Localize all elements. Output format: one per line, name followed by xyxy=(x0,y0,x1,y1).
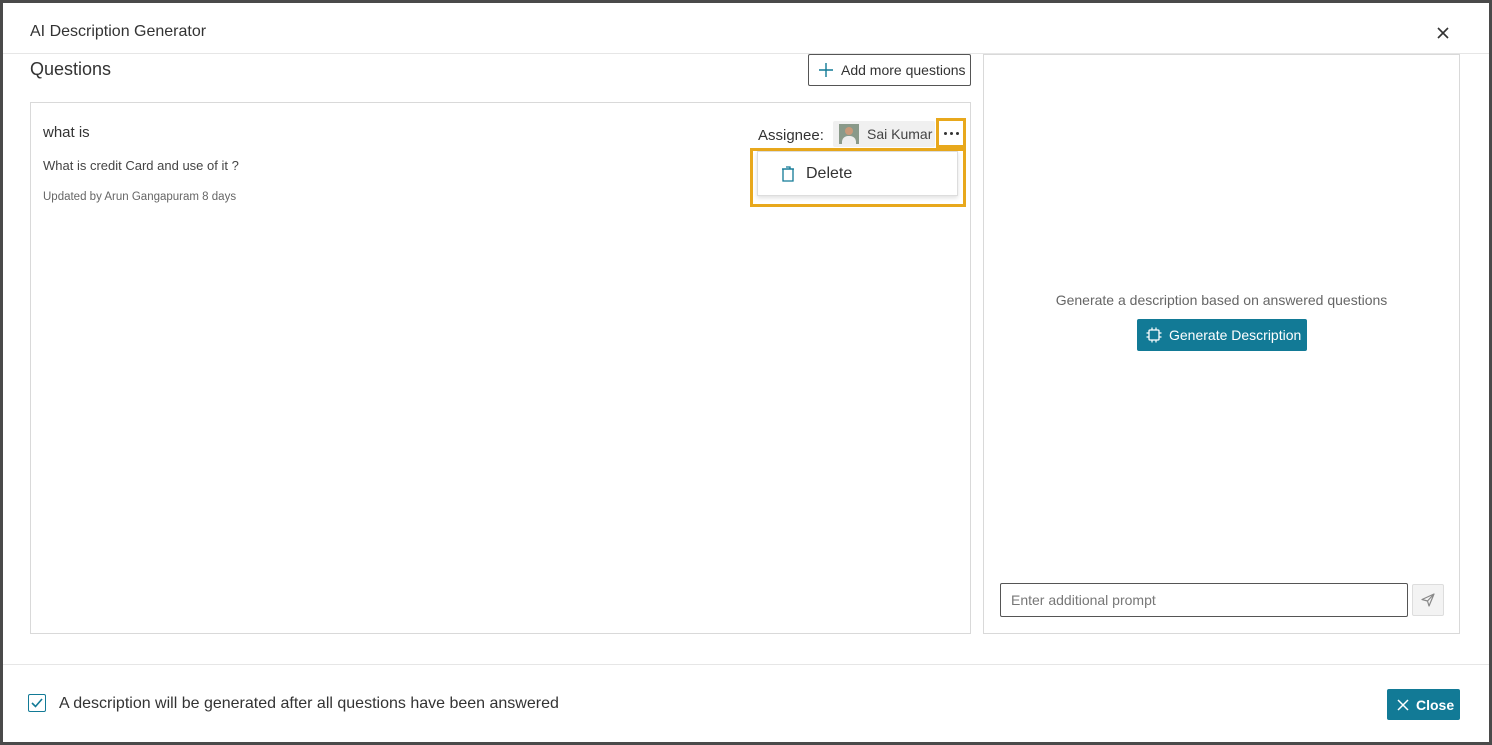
questions-heading: Questions xyxy=(30,59,112,79)
checkmark-icon xyxy=(31,698,43,708)
send-icon xyxy=(1421,593,1435,607)
ellipsis-icon xyxy=(942,131,960,135)
delete-label: Delete xyxy=(806,164,853,182)
close-icon xyxy=(1397,698,1409,711)
assignee-chip[interactable]: Sai Kumar xyxy=(833,121,935,147)
more-options-button[interactable] xyxy=(936,118,966,148)
ai-description-dialog: AI Description Generator Questions Add m… xyxy=(3,3,1489,742)
trash-icon xyxy=(782,165,794,182)
chip-icon xyxy=(1146,327,1162,343)
assignee-label: Assignee: xyxy=(758,127,824,144)
generate-description-button[interactable]: Generate Description xyxy=(1137,319,1307,351)
question-title: what is xyxy=(43,124,90,141)
question-description: What is credit Card and use of it ? xyxy=(43,158,239,173)
send-prompt-button[interactable] xyxy=(1412,584,1444,616)
add-more-questions-label: Add more questions xyxy=(841,62,966,78)
close-button[interactable]: Close xyxy=(1387,689,1460,720)
close-dialog-icon[interactable] xyxy=(1433,23,1453,43)
generator-hint: Generate a description based on answered… xyxy=(1055,292,1388,308)
plus-icon xyxy=(819,63,833,77)
generate-after-answered-checkbox[interactable] xyxy=(28,694,46,712)
close-label: Close xyxy=(1416,696,1455,713)
dialog-title: AI Description Generator xyxy=(30,23,207,40)
avatar xyxy=(839,124,859,144)
generator-panel: Generate a description based on answered… xyxy=(983,54,1460,634)
additional-prompt-input[interactable] xyxy=(1000,583,1408,617)
questions-panel: what is What is credit Card and use of i… xyxy=(30,102,971,634)
assignee-name: Sai Kumar xyxy=(867,126,933,142)
generate-description-label: Generate Description xyxy=(1169,327,1302,343)
dialog-footer: A description will be generated after al… xyxy=(3,664,1489,742)
add-more-questions-button[interactable]: Add more questions xyxy=(808,54,971,86)
context-menu-delete-item[interactable]: Delete xyxy=(757,151,958,196)
question-updated-info: Updated by Arun Gangapuram 8 days xyxy=(43,191,237,203)
dialog-header: AI Description Generator xyxy=(3,3,1489,54)
checkbox-label: A description will be generated after al… xyxy=(59,695,559,712)
